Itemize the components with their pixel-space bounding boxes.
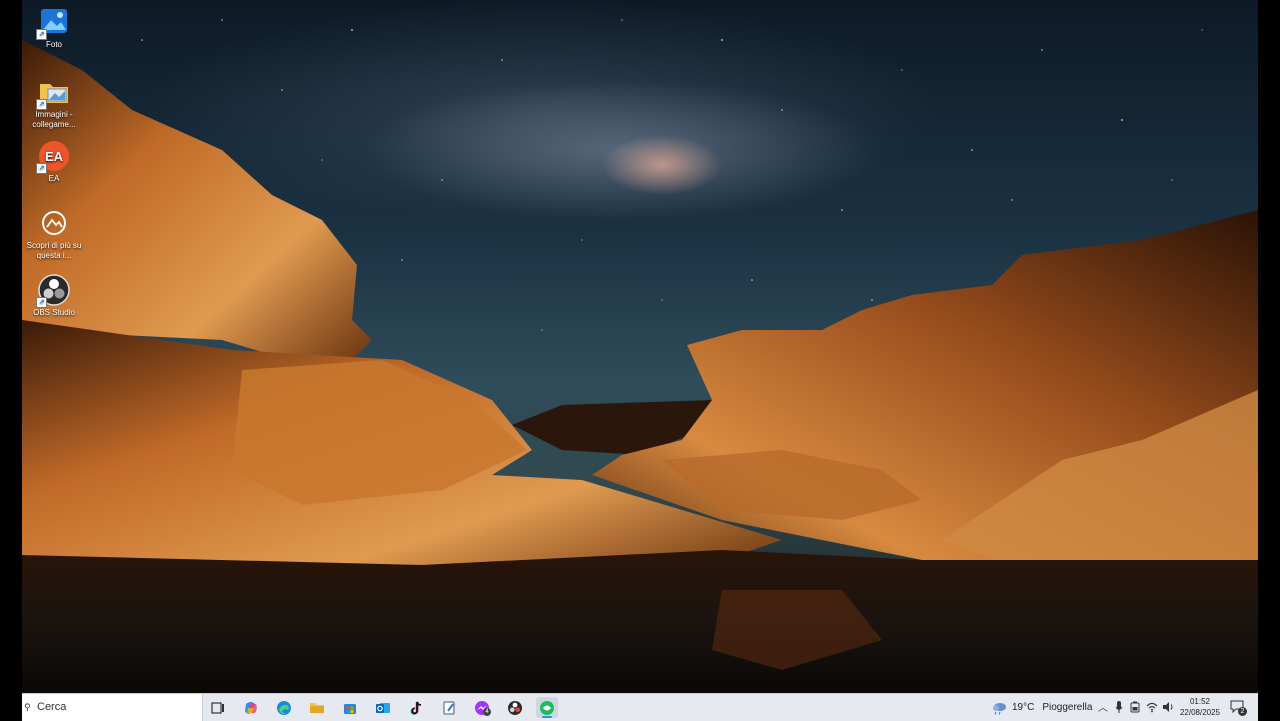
desktop-icon-label: EA [48, 174, 60, 183]
desktop-icon-obs[interactable]: ↗ OBS Studio [22, 268, 86, 318]
taskbar-tiktok[interactable] [405, 697, 427, 718]
desktop-icon-foto[interactable]: ↗ Foto [22, 0, 86, 50]
microphone-icon[interactable] [1115, 700, 1123, 714]
taskbar-active-app[interactable] [536, 697, 558, 718]
green-app-icon [540, 700, 554, 715]
desktop-icon-immagini[interactable]: ↗ Immagini - collegame... [22, 70, 86, 130]
taskbar-messenger[interactable]: 4 [471, 697, 493, 718]
taskbar: ⚲ Cerca 4 19°C Pioggerella ︿ 01:52 22/08… [22, 693, 1258, 721]
shortcut-arrow-icon: ↗ [36, 29, 47, 40]
store-icon [344, 703, 356, 714]
shortcut-arrow-icon: ↗ [36, 99, 47, 110]
weather-condition: Pioggerella [1042, 702, 1093, 713]
desktop-icon-label: Scopri di più su questa i... [26, 241, 82, 260]
spotlight-icon [38, 207, 70, 239]
search-placeholder: Cerca [37, 701, 67, 713]
desktop-icon-spotlight[interactable]: Scopri di più su questa i... [22, 201, 86, 261]
taskbar-store[interactable] [339, 697, 361, 718]
wifi-icon[interactable] [1146, 701, 1158, 713]
obs-icon [508, 700, 522, 715]
desktop-wallpaper[interactable] [22, 0, 1258, 693]
desktop-icon-label: Foto [45, 40, 62, 49]
taskbar-obs[interactable] [504, 697, 526, 718]
shortcut-arrow-icon: ↗ [36, 297, 47, 308]
photos-icon: ↗ [36, 6, 70, 40]
obs-icon: ↗ [36, 274, 70, 308]
edge-icon [277, 700, 291, 715]
taskbar-file-explorer[interactable] [306, 697, 328, 718]
search-box[interactable]: ⚲ Cerca [22, 694, 203, 721]
ea-icon: EA ↗ [36, 140, 70, 174]
tiktok-icon [410, 701, 422, 715]
taskbar-notepad[interactable] [438, 697, 460, 718]
folder-icon: ↗ [36, 76, 70, 110]
weather-widget[interactable]: 19°C Pioggerella [990, 697, 1092, 718]
active-indicator [542, 716, 552, 718]
notepad-icon [443, 701, 455, 714]
clock-date: 22/08/2025 [1179, 708, 1221, 717]
taskbar-copilot[interactable] [240, 697, 262, 718]
taskbar-outlook[interactable] [372, 697, 394, 718]
notifications-button[interactable]: 2 [1230, 700, 1247, 716]
shortcut-arrow-icon: ↗ [36, 163, 47, 174]
svg-text:EA: EA [45, 149, 64, 164]
desktop-icon-label: Immagini - collegame... [32, 110, 76, 129]
battery-icon[interactable] [1130, 701, 1140, 713]
desktop-icon-ea[interactable]: EA ↗ EA [22, 134, 86, 184]
outlook-icon [376, 702, 390, 713]
taskbar-task-view[interactable] [207, 697, 229, 718]
clock-time: 01:52 [1189, 697, 1211, 706]
taskbar-edge[interactable] [273, 697, 295, 718]
task-view-icon [211, 701, 224, 714]
notification-count: 2 [1238, 707, 1247, 716]
folder-icon [310, 702, 324, 713]
desktop-icon-label: OBS Studio [33, 308, 75, 317]
volume-icon[interactable] [1162, 701, 1174, 713]
copilot-icon [245, 701, 257, 714]
clock[interactable]: 01:52 22/08/2025 [1176, 696, 1224, 718]
rain-cloud-icon [993, 702, 1006, 715]
messenger-badge: 4 [483, 708, 491, 716]
wallpaper-landscape [22, 19, 1258, 693]
weather-temp: 19°C [1012, 702, 1035, 713]
screen: ↗ Foto ↗ Immagini - collegame... EA ↗ EA… [0, 0, 1280, 721]
search-icon: ⚲ [24, 702, 31, 712]
chevron-up-icon[interactable]: ︿ [1098, 699, 1108, 714]
